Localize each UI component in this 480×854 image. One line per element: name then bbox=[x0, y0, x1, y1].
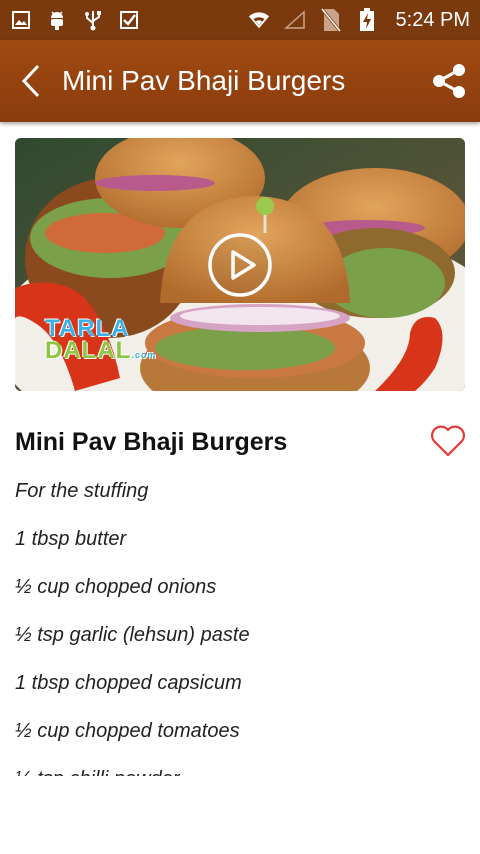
ingredient-item: ½ tsp garlic (lehsun) paste bbox=[15, 624, 250, 646]
recipe-video-thumbnail[interactable]: TARLA DALAL.com bbox=[15, 138, 465, 391]
back-button[interactable] bbox=[0, 40, 62, 122]
heart-outline-icon bbox=[431, 425, 465, 457]
watermark-line2-text: DALAL bbox=[45, 337, 132, 364]
play-icon bbox=[208, 233, 272, 297]
ingredient-item: ½ cup chopped tomatoes bbox=[15, 720, 240, 742]
ingredient-item: For the stuffing bbox=[15, 480, 149, 502]
ingredient-item: ½ tsp chilli powder bbox=[15, 764, 465, 776]
signal-icon bbox=[283, 9, 306, 31]
status-bar-left bbox=[10, 9, 140, 31]
wifi-icon bbox=[248, 9, 270, 31]
arrow-back-icon bbox=[21, 64, 40, 98]
share-button[interactable] bbox=[418, 40, 480, 122]
ingredients-list[interactable]: For the stuffing 1 tbsp butter ½ cup chopp… bbox=[15, 476, 465, 776]
usb-icon bbox=[82, 9, 104, 31]
watermark-suffix: .com bbox=[131, 350, 157, 360]
favorite-button[interactable] bbox=[430, 424, 466, 458]
play-button[interactable] bbox=[208, 233, 272, 297]
share-icon bbox=[433, 64, 465, 98]
watermark-line2: DALAL.com bbox=[45, 337, 157, 366]
app-bar-title: Mini Pav Bhaji Burgers bbox=[62, 65, 346, 96]
ingredient-item: ½ cup chopped onions bbox=[15, 576, 217, 598]
ingredient-item: 1 tbsp chopped capsicum bbox=[15, 672, 242, 694]
image-icon bbox=[10, 9, 32, 31]
status-time: 5:24 PM bbox=[395, 8, 470, 31]
android-icon bbox=[46, 9, 68, 31]
battery-charging-icon bbox=[356, 8, 378, 31]
recipe-title: Mini Pav Bhaji Burgers bbox=[15, 428, 288, 456]
no-sim-icon bbox=[320, 8, 342, 32]
checkbox-icon bbox=[118, 9, 140, 31]
app-bar: Mini Pav Bhaji Burgers bbox=[0, 40, 480, 122]
tarla-dalal-watermark: TARLA DALAL.com bbox=[45, 317, 157, 366]
ingredient-item: 1 tbsp butter bbox=[15, 528, 127, 550]
status-bar-right: 5:24 PM bbox=[248, 8, 470, 32]
status-bar: 5:24 PM bbox=[0, 0, 480, 40]
